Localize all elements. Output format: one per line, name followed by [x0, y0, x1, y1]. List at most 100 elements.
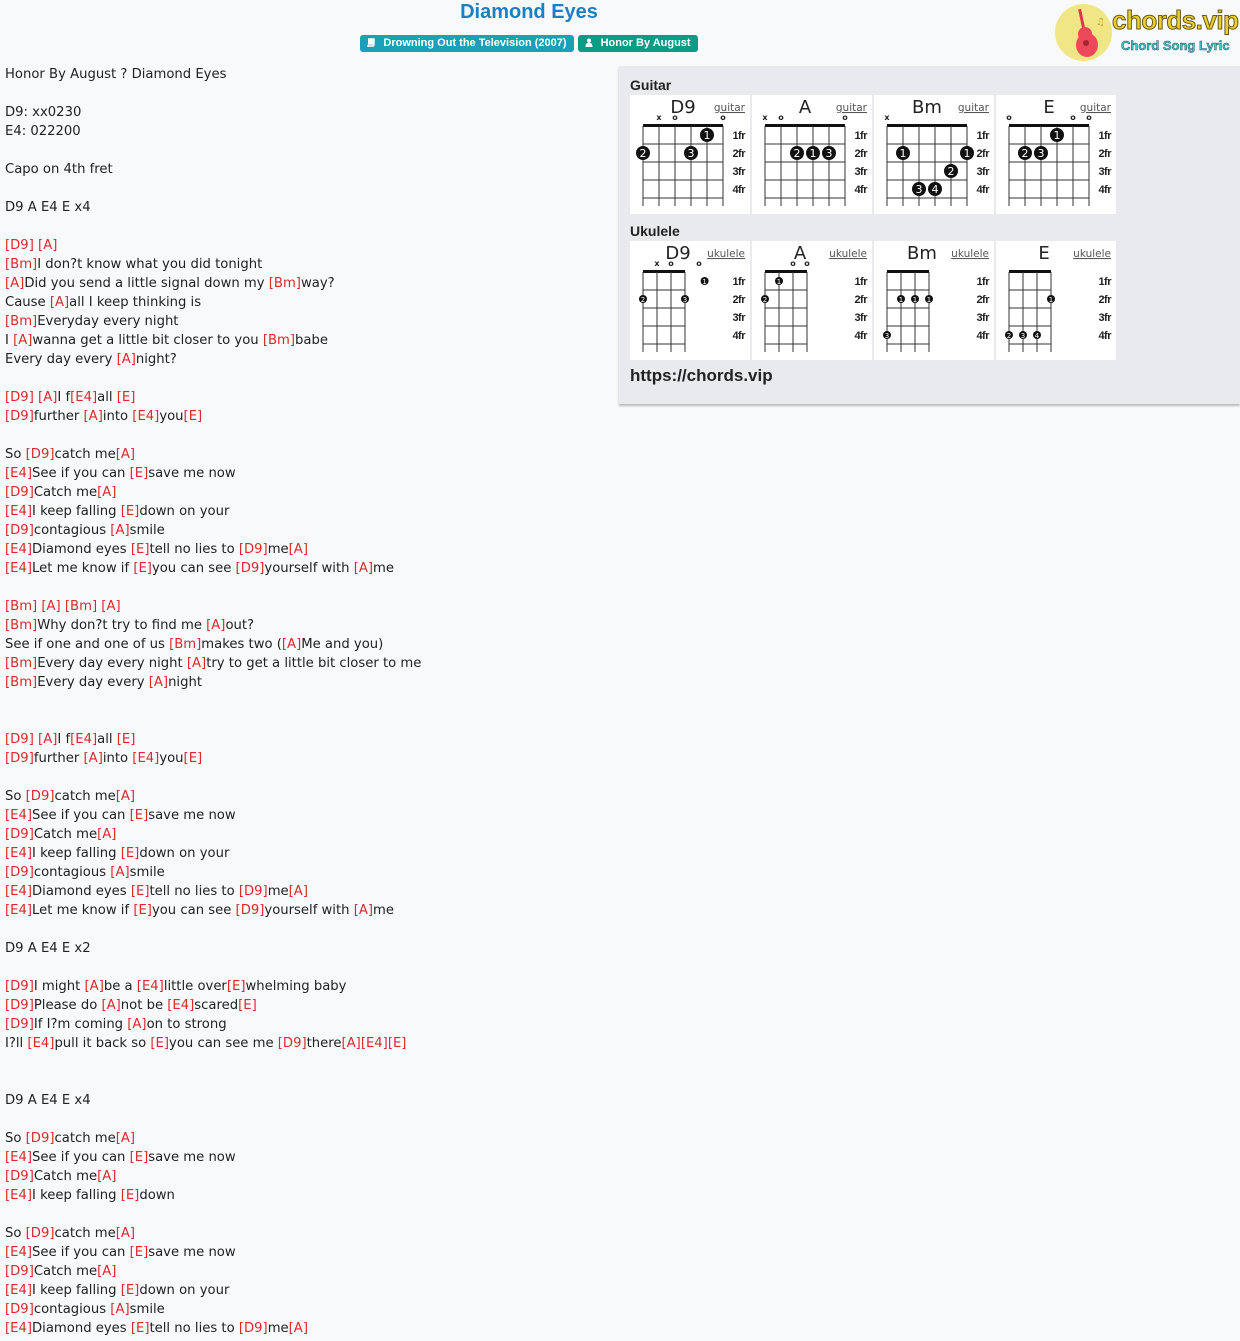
chord-tag[interactable]: [E4]	[5, 808, 32, 823]
chord-tag[interactable]: [E4]	[137, 979, 164, 994]
chord-tag[interactable]: [E]	[133, 903, 152, 918]
chord-tag[interactable]: [E]	[388, 1036, 407, 1051]
chord-tag[interactable]: [E4]	[70, 732, 97, 747]
chord-tag[interactable]: [A]	[116, 447, 135, 462]
album-badge[interactable]: Drowning Out the Television (2007)	[360, 35, 574, 52]
chord-tag[interactable]: [E]	[121, 1283, 140, 1298]
chord-card-ukulele[interactable]: Aukulele 1fr 2fr 3fr 4fr o o 1 2	[752, 241, 872, 360]
chord-tag[interactable]: [E]	[184, 409, 203, 424]
chord-tag[interactable]: [E]	[121, 1188, 140, 1203]
chord-tag[interactable]: [D9]	[26, 447, 55, 462]
chord-tag[interactable]: [Bm]	[65, 599, 97, 614]
chord-tag[interactable]: [A]	[110, 1302, 129, 1317]
chord-tag[interactable]: [D9]	[5, 485, 34, 500]
chord-tag[interactable]: [E]	[117, 390, 136, 405]
instrument-link[interactable]: guitar	[836, 102, 868, 114]
chord-tag[interactable]: [D9]	[5, 998, 34, 1013]
artist-badge[interactable]: Honor By August	[577, 35, 698, 52]
chord-tag[interactable]: [A]	[101, 998, 120, 1013]
chord-card-guitar[interactable]: Eguitar 1fr 2fr 3fr 4fr o o o 1 2 3	[996, 95, 1116, 214]
chord-tag[interactable]: [E4]	[5, 542, 32, 557]
site-logo[interactable]: ♫ chords.vip Chord Song Lyric	[1054, 3, 1239, 63]
chord-tag[interactable]: [E4]	[5, 466, 32, 481]
chord-tag[interactable]: [E]	[184, 751, 203, 766]
chord-tag[interactable]: [E]	[130, 808, 149, 823]
chord-tag[interactable]: [D9]	[26, 1131, 55, 1146]
chord-tag[interactable]: [E4]	[5, 903, 32, 918]
chord-card-guitar[interactable]: D9 guitar 1fr 2fr 3fr 4fr x o o 1 2 3	[630, 95, 750, 214]
chord-tag[interactable]: [D9]	[5, 1302, 34, 1317]
chord-tag[interactable]: [D9]	[236, 903, 265, 918]
chord-tag[interactable]: [A]	[84, 409, 103, 424]
chord-tag[interactable]: [D9]	[236, 561, 265, 576]
chord-card-ukulele[interactable]: Bm ukulele 1fr 2fr 3fr 4fr 1 1 1 3	[874, 241, 994, 360]
chord-tag[interactable]: [D9]	[5, 865, 34, 880]
chord-tag[interactable]: [D9]	[5, 409, 34, 424]
chord-tag[interactable]: [Bm]	[269, 276, 301, 291]
chord-tag[interactable]: [Bm]	[5, 656, 37, 671]
chord-tag[interactable]: [A]	[41, 599, 60, 614]
chord-tag[interactable]: [E]	[130, 466, 149, 481]
chord-tag[interactable]: [D9]	[5, 238, 34, 253]
chord-tag[interactable]: [E4]	[5, 846, 32, 861]
chord-tag[interactable]: [A]	[101, 599, 120, 614]
chord-tag[interactable]: [E]	[133, 561, 152, 576]
chord-tag[interactable]: [E]	[131, 542, 150, 557]
chord-card-guitar[interactable]: Aguitar 1fr 2fr 3fr 4fr x o o 2 1 3	[752, 95, 872, 214]
chord-tag[interactable]: [A]	[187, 656, 206, 671]
chord-tag[interactable]: [E]	[121, 504, 140, 519]
chord-tag[interactable]: [A]	[97, 485, 116, 500]
chord-tag[interactable]: [Bm]	[5, 257, 37, 272]
chord-tag[interactable]: [A]	[289, 884, 308, 899]
chord-tag[interactable]: [A]	[97, 1264, 116, 1279]
chord-tag[interactable]: [A]	[110, 523, 129, 538]
chord-tag[interactable]: [E4]	[5, 1150, 32, 1165]
chord-tag[interactable]: [A]	[117, 352, 136, 367]
chord-tag[interactable]: [E]	[238, 998, 257, 1013]
chord-tag[interactable]: [A]	[127, 1017, 146, 1032]
instrument-link[interactable]: ukulele	[707, 248, 745, 260]
chord-tag[interactable]: [E4]	[167, 998, 194, 1013]
chord-tag[interactable]: [A]	[97, 1169, 116, 1184]
chord-tag[interactable]: [A]	[206, 618, 225, 633]
chord-tag[interactable]: [Bm]	[5, 618, 37, 633]
chord-tag[interactable]: [Bm]	[263, 333, 295, 348]
chord-card-guitar[interactable]: Bm guitar 1fr 2fr 3fr 4fr x 1 1 2 3 4	[874, 95, 994, 214]
chord-tag[interactable]: [A]	[354, 903, 373, 918]
site-url-link[interactable]: https://chords.vip	[630, 366, 773, 386]
chord-tag[interactable]: [E]	[121, 846, 140, 861]
chord-tag[interactable]: [A]	[97, 827, 116, 842]
chord-tag[interactable]: [E4]	[5, 561, 32, 576]
chord-tag[interactable]: [A]	[38, 238, 57, 253]
chord-tag[interactable]: [E]	[131, 884, 150, 899]
instrument-link[interactable]: ukulele	[951, 248, 989, 260]
chord-tag[interactable]: [E]	[227, 979, 246, 994]
chord-card-ukulele[interactable]: Eukulele 1fr 2fr 3fr 4fr 1 2 3 4	[996, 241, 1116, 360]
chord-tag[interactable]: [E]	[130, 1245, 149, 1260]
chord-tag[interactable]: [D9]	[239, 884, 268, 899]
chord-tag[interactable]: [A]	[289, 1321, 308, 1336]
chord-tag[interactable]: [A]	[85, 979, 104, 994]
chord-tag[interactable]: [E]	[117, 732, 136, 747]
chord-tag[interactable]: [E4]	[5, 1321, 32, 1336]
chord-tag[interactable]: [E4]	[5, 884, 32, 899]
instrument-link[interactable]: ukulele	[829, 248, 867, 260]
chord-tag[interactable]: [D9]	[5, 979, 34, 994]
chord-tag[interactable]: [E]	[131, 1321, 150, 1336]
instrument-link[interactable]: guitar	[1080, 102, 1112, 114]
chord-tag[interactable]: [A]	[354, 561, 373, 576]
chord-tag[interactable]: [A]	[84, 751, 103, 766]
chord-tag[interactable]: [E4]	[5, 1283, 32, 1298]
chord-tag[interactable]: [E4]	[27, 1036, 54, 1051]
chord-tag[interactable]: [Bm]	[5, 314, 37, 329]
chord-tag[interactable]: [D9]	[239, 542, 268, 557]
chord-tag[interactable]: [A]	[5, 276, 24, 291]
chord-tag[interactable]: [A]	[116, 789, 135, 804]
chord-tag[interactable]: [E4]	[5, 504, 32, 519]
chord-tag[interactable]: [E4]	[5, 1245, 32, 1260]
chord-tag[interactable]: [A]	[50, 295, 69, 310]
chord-tag[interactable]: [E4]	[132, 751, 159, 766]
chord-tag[interactable]: [Bm]	[5, 599, 37, 614]
chord-tag[interactable]: [E4]	[361, 1036, 388, 1051]
chord-tag[interactable]: [E4]	[132, 409, 159, 424]
